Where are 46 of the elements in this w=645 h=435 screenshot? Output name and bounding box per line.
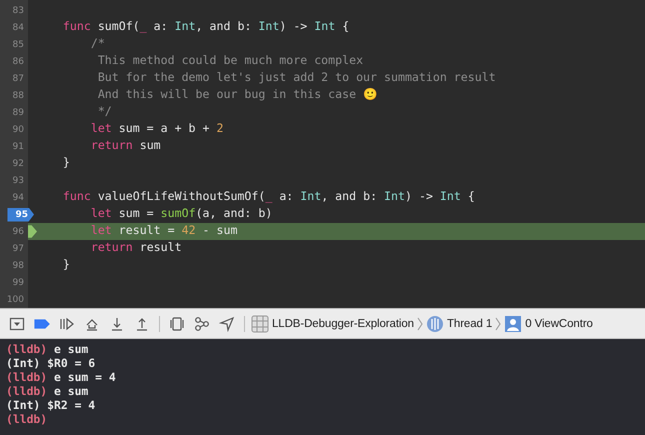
code-line: func valueOfLifeWithoutSumOf(_ a: Int, and b: Int) -> Int { — [62, 189, 476, 205]
line-number: 98 — [12, 260, 25, 270]
grid-icon — [251, 314, 269, 332]
console-output: (Int) $R0 = 6 — [6, 356, 96, 370]
code-line: let sum = sumOf(a, and: b) — [90, 206, 274, 222]
line-number: 83 — [12, 6, 25, 16]
line-number: 90 — [12, 124, 25, 134]
line-number: 88 — [12, 90, 25, 100]
console-command: (lldb) — [6, 412, 48, 426]
code-line: return sum — [90, 138, 162, 154]
code-line: And this will be our bug in this case 🙂 — [96, 87, 378, 103]
jump-bar-item[interactable]: LLDB-Debugger-Exploration — [272, 318, 414, 330]
chevron-icon — [495, 316, 502, 330]
line-number: 99 — [12, 278, 25, 288]
line-number: 93 — [12, 176, 25, 186]
line-number: 92 — [12, 158, 25, 168]
line-number: 91 — [12, 142, 25, 152]
console-output: (Int) $R2 = 4 — [6, 398, 96, 412]
code-line: But for the demo let's just add 2 to our summation result — [96, 70, 497, 86]
line-number: 89 — [12, 108, 25, 118]
line-number: 86 — [12, 56, 25, 66]
line-number: 84 — [12, 22, 25, 32]
breakpoint-marker[interactable]: 95 — [7, 208, 34, 222]
line-number: 87 — [12, 74, 25, 84]
code-line: func sumOf(_ a: Int, and b: Int) -> Int { — [62, 19, 350, 35]
line-number: 96 — [12, 226, 25, 236]
code-line: This method could be much more complex — [96, 53, 364, 69]
code-line: } — [62, 257, 71, 273]
instruction-pointer-icon[interactable] — [28, 225, 37, 238]
line-number: 94 — [12, 192, 25, 202]
code-line: return result — [90, 240, 183, 256]
code-line: let sum = a + b + 2 — [90, 121, 224, 137]
console-command: (lldb) e sum — [6, 342, 90, 356]
console-command: (lldb) e sum — [6, 384, 90, 398]
code-line: /* — [90, 36, 106, 52]
jump-bar-item[interactable]: 0 ViewContro — [525, 318, 593, 330]
line-number: 97 — [12, 244, 25, 254]
thread-icon — [426, 314, 444, 332]
user-icon — [504, 314, 522, 332]
jump-bar-item[interactable]: Thread 1 — [446, 318, 492, 330]
line-number: 100 — [6, 294, 25, 304]
line-number: 85 — [12, 40, 25, 50]
chevron-icon — [416, 316, 423, 330]
code-line: */ — [96, 104, 113, 120]
code-line: } — [62, 155, 71, 171]
console-command: (lldb) e sum = 4 — [6, 370, 117, 384]
